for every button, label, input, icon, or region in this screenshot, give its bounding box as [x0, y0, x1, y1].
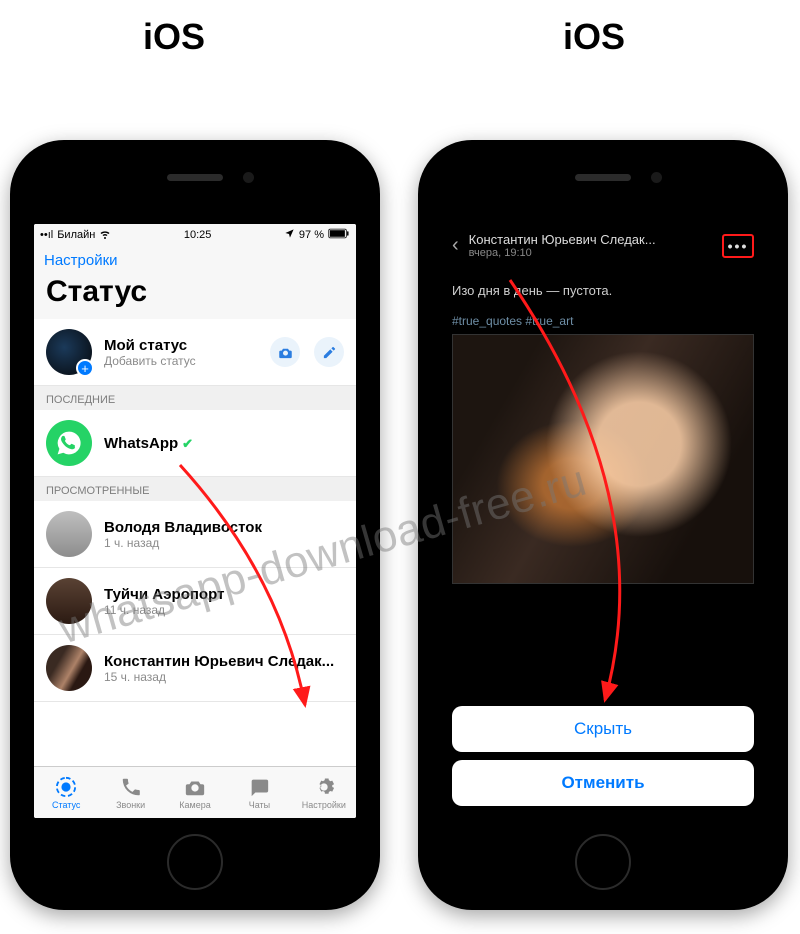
location-icon	[284, 228, 295, 242]
ios-label-left: iOS	[143, 14, 205, 58]
carrier-label: Билайн	[57, 229, 95, 241]
tab-label: Чаты	[249, 800, 270, 810]
story-image	[452, 334, 754, 584]
tab-label: Звонки	[116, 800, 145, 810]
whatsapp-name: WhatsApp✔	[104, 435, 344, 452]
contact-time: 11 ч. назад	[104, 603, 344, 617]
whatsapp-status-row[interactable]: WhatsApp✔	[34, 410, 356, 477]
ios-text: iOS	[563, 16, 625, 58]
ios-text: iOS	[143, 16, 205, 58]
my-status-avatar: +	[46, 329, 92, 375]
story-author: Константин Юрьевич Следак...	[469, 232, 712, 247]
action-sheet: Скрыть Отменить	[442, 696, 764, 818]
phone-camera	[243, 172, 254, 183]
settings-link[interactable]: Настройки	[34, 246, 356, 271]
page-title: Статус	[34, 271, 356, 319]
home-button[interactable]	[575, 834, 631, 890]
tab-bar: Статус Звонки Камера Чаты	[34, 766, 356, 818]
plus-icon: +	[76, 359, 94, 377]
wifi-icon	[99, 228, 111, 243]
phone-camera	[651, 172, 662, 183]
contact-name: Константин Юрьевич Следак...	[104, 653, 344, 670]
battery-icon	[328, 228, 350, 242]
tab-calls[interactable]: Звонки	[98, 767, 162, 818]
edit-button[interactable]	[314, 337, 344, 367]
tab-status[interactable]: Статус	[34, 767, 98, 818]
contact-time: 1 ч. назад	[104, 536, 344, 550]
contact-name: Володя Владивосток	[104, 519, 344, 536]
story-tags: #true_quotes #true_art	[452, 314, 754, 328]
back-button[interactable]: ‹	[452, 234, 459, 257]
contact-row[interactable]: Константин Юрьевич Следак... 15 ч. назад	[34, 635, 356, 702]
battery-label: 97 %	[299, 229, 324, 241]
screen-status-list: ••ıl Билайн 10:25 97 %	[34, 224, 356, 818]
tab-chats[interactable]: Чаты	[227, 767, 291, 818]
contact-row[interactable]: Володя Владивосток 1 ч. назад	[34, 501, 356, 568]
tab-label: Настройки	[302, 800, 346, 810]
hide-button[interactable]: Скрыть	[452, 706, 754, 752]
tab-label: Камера	[179, 800, 210, 810]
story-time: вчера, 19:10	[469, 247, 712, 259]
my-status-sub: Добавить статус	[104, 354, 258, 368]
section-recent: ПОСЛЕДНИЕ	[34, 386, 356, 410]
my-status-row[interactable]: + Мой статус Добавить статус	[34, 319, 356, 386]
clock-label: 10:25	[184, 229, 212, 241]
story-caption: Изо дня в день — пустота.	[452, 283, 754, 298]
section-viewed: ПРОСМОТРЕННЫЕ	[34, 477, 356, 501]
phone-right: ‹ Константин Юрьевич Следак... вчера, 19…	[418, 140, 788, 910]
contact-avatar	[46, 511, 92, 557]
story-header: ‹ Константин Юрьевич Следак... вчера, 19…	[442, 224, 764, 265]
ios-label-right: iOS	[563, 14, 625, 58]
cancel-button[interactable]: Отменить	[452, 760, 754, 806]
my-status-name: Мой статус	[104, 337, 258, 354]
contact-time: 15 ч. назад	[104, 670, 344, 684]
tab-label: Статус	[52, 800, 80, 810]
tab-settings[interactable]: Настройки	[292, 767, 356, 818]
screen-story-view: ‹ Константин Юрьевич Следак... вчера, 19…	[442, 224, 764, 818]
phone-left: ••ıl Билайн 10:25 97 %	[10, 140, 380, 910]
contact-avatar	[46, 645, 92, 691]
phone-speaker	[167, 174, 223, 181]
more-button[interactable]: •••	[722, 234, 754, 258]
contact-row[interactable]: Туйчи Аэропорт 11 ч. назад	[34, 568, 356, 635]
phone-speaker	[575, 174, 631, 181]
home-button[interactable]	[167, 834, 223, 890]
verified-icon: ✔	[182, 436, 193, 451]
tab-camera[interactable]: Камера	[163, 767, 227, 818]
status-bar: ••ıl Билайн 10:25 97 %	[34, 224, 356, 246]
contact-name: Туйчи Аэропорт	[104, 586, 344, 603]
signal-icon: ••ıl	[40, 229, 53, 241]
whatsapp-avatar	[46, 420, 92, 466]
camera-button[interactable]	[270, 337, 300, 367]
contact-avatar	[46, 578, 92, 624]
